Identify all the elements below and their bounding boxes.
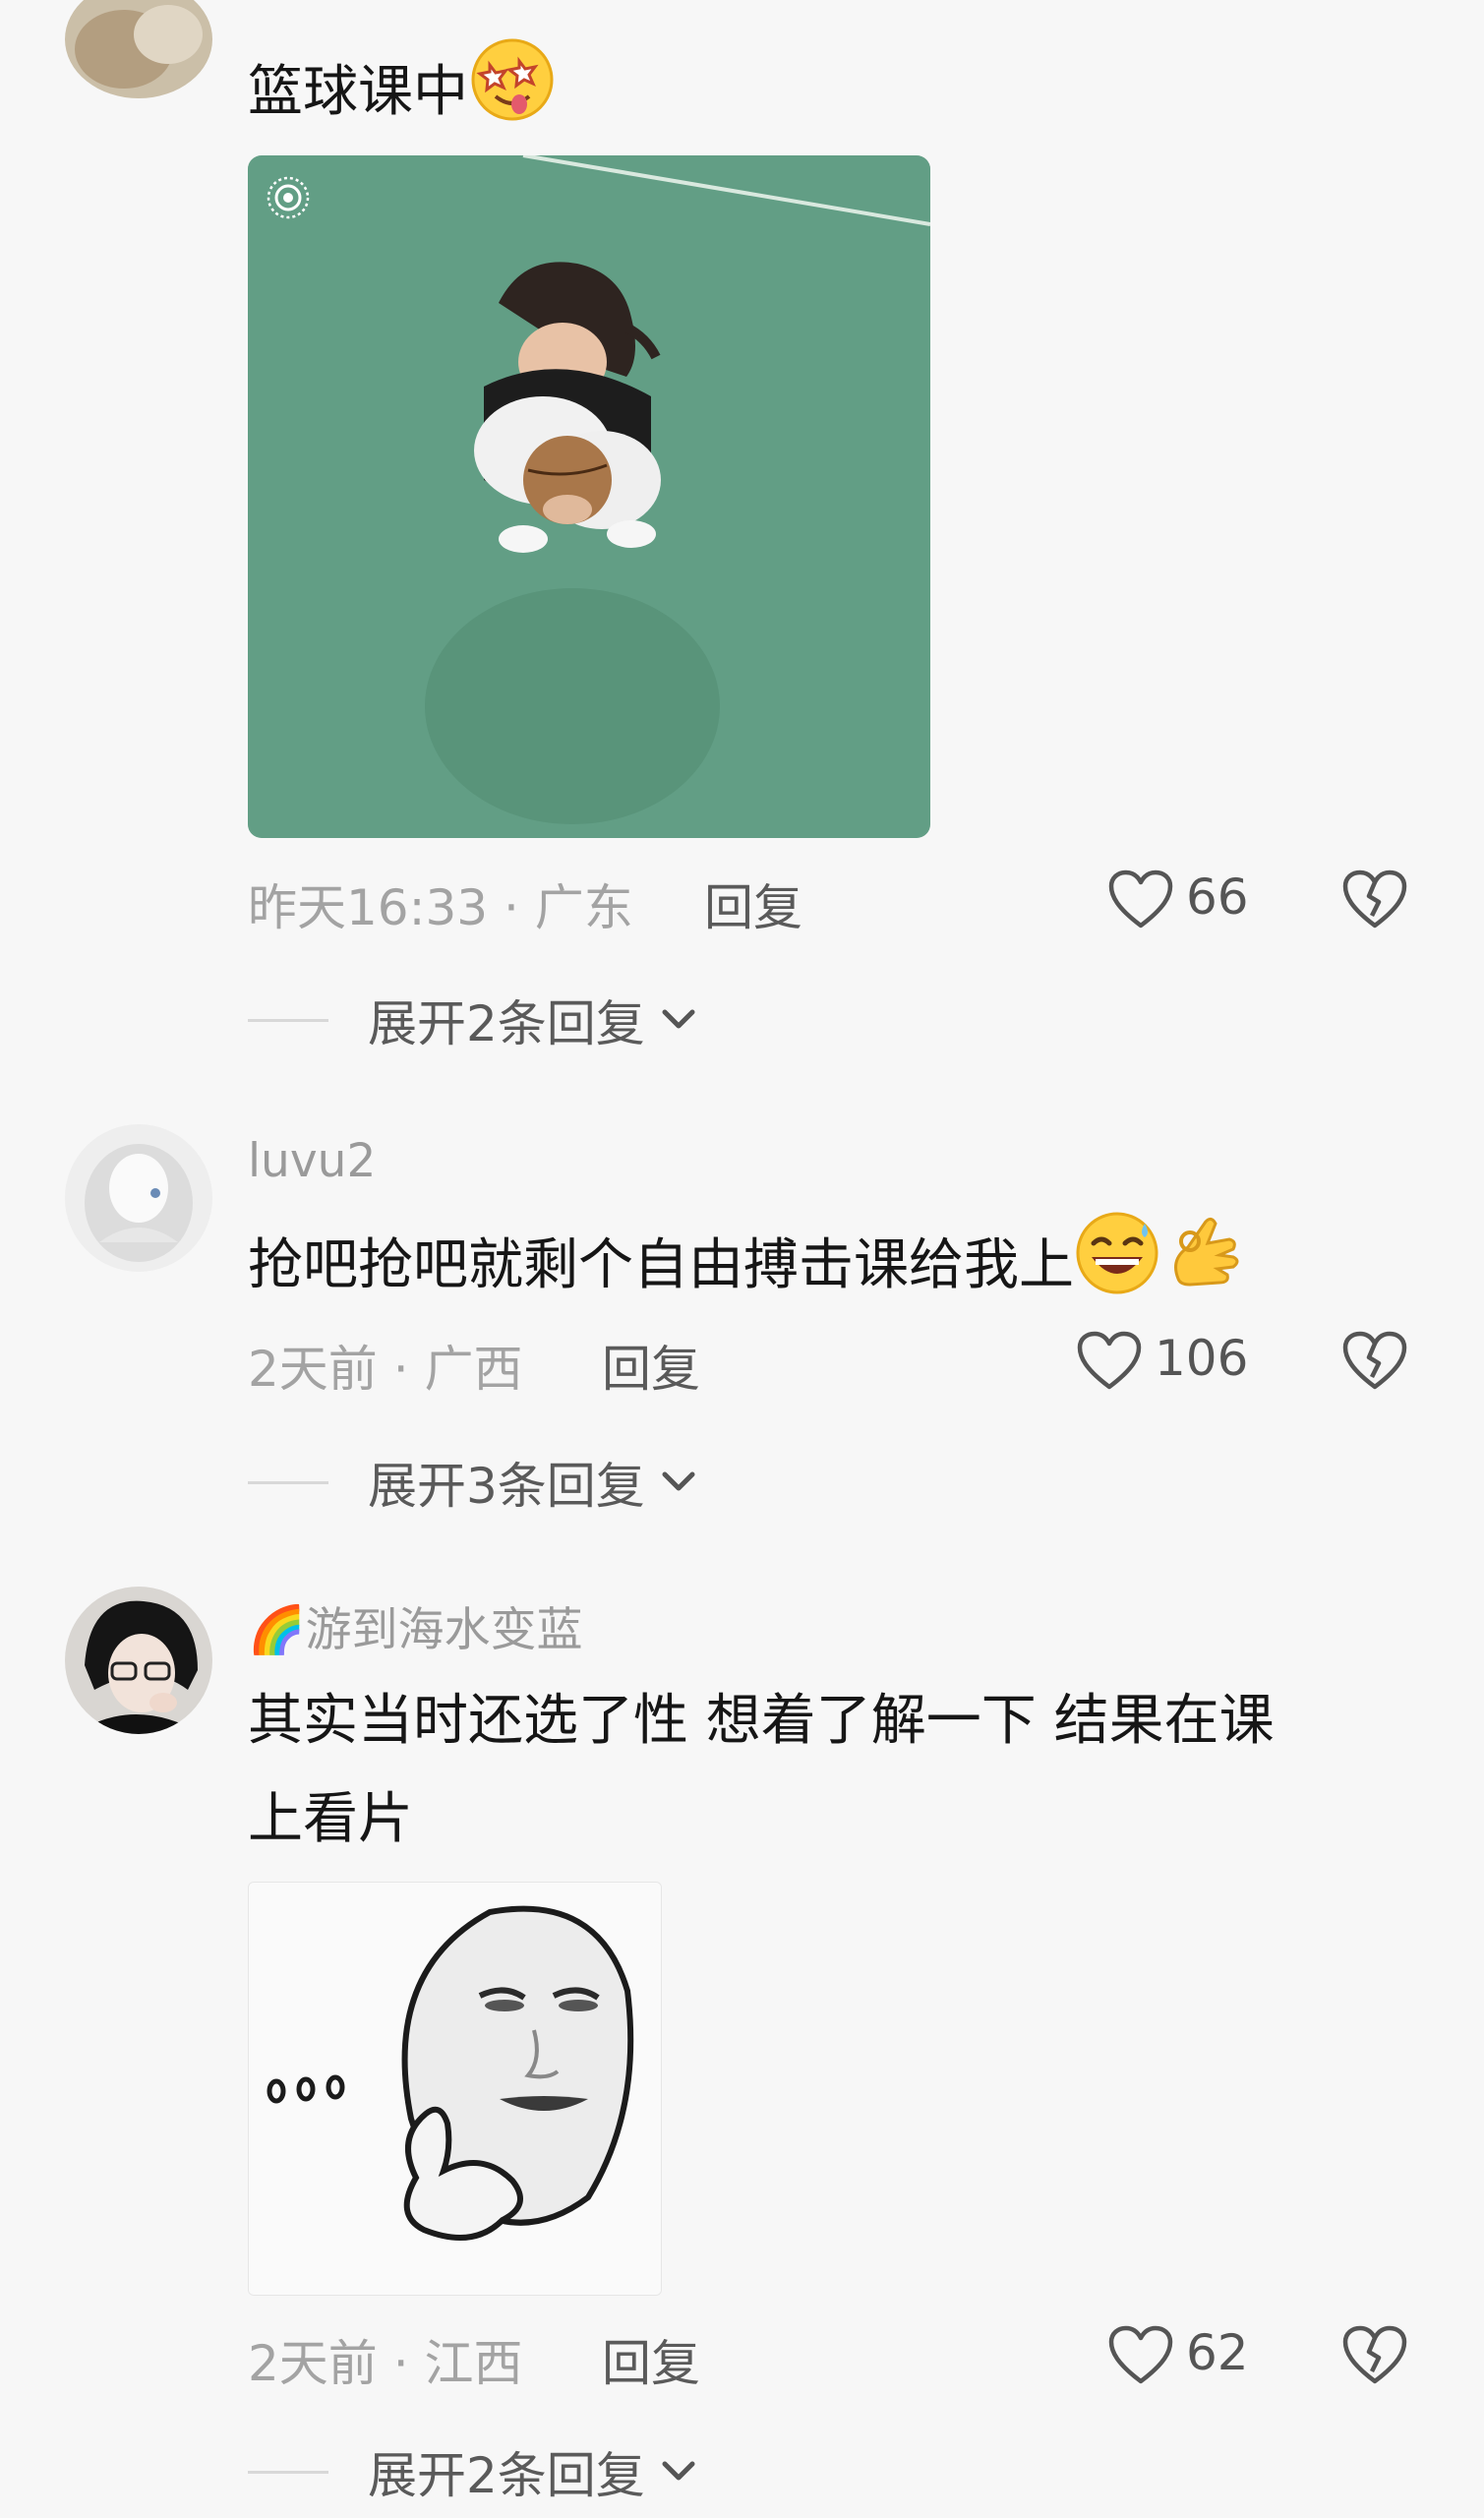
username-text: 游到海水变蓝: [305, 1603, 583, 1657]
expand-replies-button[interactable]: 展开2条回复: [248, 986, 698, 1054]
comment-text-line-1: 其实当时还选了性 想着了解一下 结果在课: [248, 1689, 1275, 1753]
comment-text-content: 篮球课中: [248, 60, 468, 125]
comment-time-location: 2天前 · 广西: [248, 1341, 523, 1398]
comment-text: 抢吧抢吧就剩个自由搏击课给我上: [248, 1210, 1247, 1328]
avatar[interactable]: [65, 1587, 212, 1734]
username[interactable]: 🌈游到海水变蓝: [248, 1591, 583, 1659]
broken-heart-icon[interactable]: [1341, 869, 1408, 929]
like-count: 66: [1186, 869, 1249, 926]
divider-line: [248, 2470, 328, 2474]
broken-heart-icon[interactable]: [1341, 2324, 1408, 2385]
chevron-down-icon: [662, 1009, 695, 1029]
expand-replies-label: 展开3条回复: [368, 1458, 645, 1515]
reply-button[interactable]: 回复: [704, 869, 802, 939]
like-count: 106: [1155, 1330, 1249, 1387]
chevron-down-icon: [662, 2461, 695, 2481]
comment-text-line-2: 上看片: [248, 1787, 413, 1851]
chevron-down-icon: [662, 1471, 695, 1491]
divider-line: [248, 1480, 328, 1484]
comment-time-location: 2天前 · 江西: [248, 2335, 523, 2392]
meme-sticker-image[interactable]: [248, 1882, 662, 2296]
rainbow-badge-icon: 🌈: [248, 1603, 306, 1657]
grinning-sweat-emoji: [1074, 1210, 1160, 1328]
divider-line: [248, 1018, 328, 1022]
heart-outline-icon[interactable]: [1107, 869, 1174, 929]
username[interactable]: luvu2: [248, 1134, 376, 1188]
avatar[interactable]: [65, 0, 212, 98]
comment-time-location: 昨天16:33 · 广东: [248, 879, 633, 936]
reply-button[interactable]: 回复: [602, 1330, 700, 1401]
reply-button[interactable]: 回复: [602, 2324, 700, 2395]
expand-replies-button[interactable]: 展开2条回复: [248, 2437, 698, 2506]
drooling-starry-eyes-emoji: [468, 35, 557, 155]
comment-text-content: 抢吧抢吧就剩个自由搏击课给我上: [248, 1233, 1074, 1298]
expand-replies-button[interactable]: 展开3条回复: [248, 1448, 698, 1517]
heart-outline-icon[interactable]: [1107, 2324, 1174, 2385]
ok-hand-emoji: [1160, 1210, 1247, 1328]
broken-heart-icon[interactable]: [1341, 1330, 1408, 1391]
like-count: 62: [1186, 2324, 1249, 2381]
heart-outline-icon[interactable]: [1076, 1330, 1143, 1391]
comment-photo[interactable]: [248, 155, 930, 838]
expand-replies-label: 展开2条回复: [368, 2447, 645, 2504]
expand-replies-label: 展开2条回复: [368, 995, 645, 1052]
comment-text: 篮球课中: [248, 35, 557, 155]
avatar[interactable]: [65, 1124, 212, 1272]
live-photo-icon: [267, 176, 310, 219]
